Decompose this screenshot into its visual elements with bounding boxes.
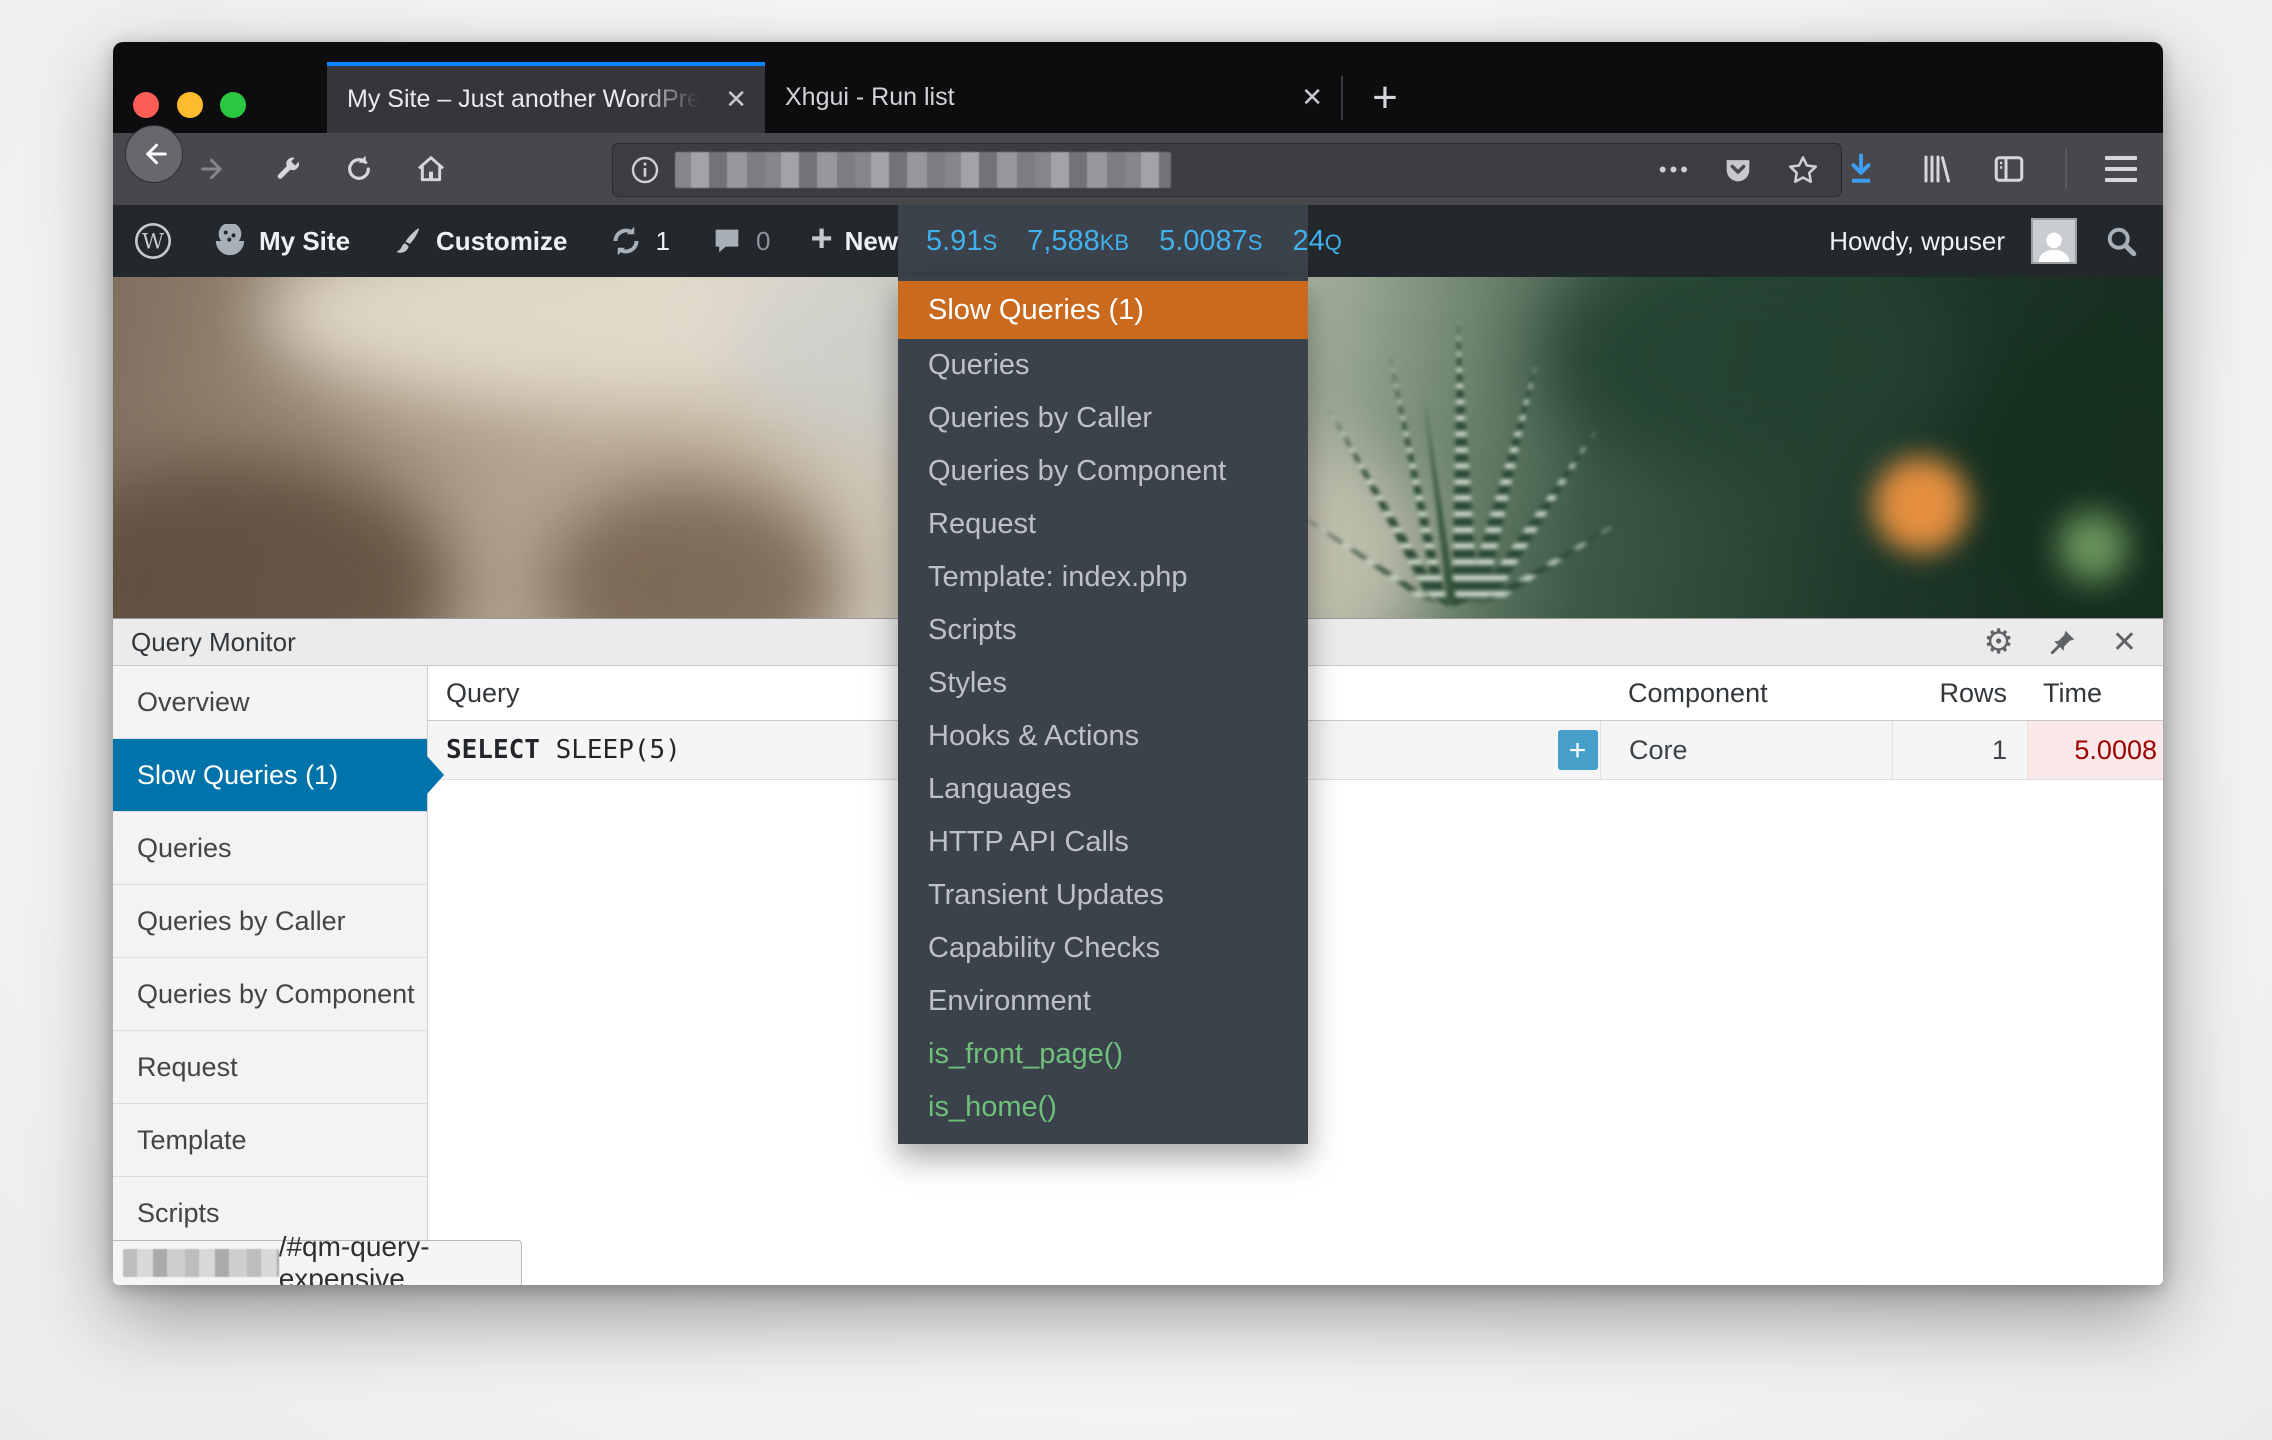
tab-xhgui[interactable]: Xhgui - Run list ✕ bbox=[765, 62, 1341, 133]
qm-menu-item-capability-checks[interactable]: Capability Checks bbox=[898, 922, 1308, 975]
query-monitor-admin-menu[interactable]: 5.91s 7,588kb 5.0087s 24q bbox=[898, 205, 1308, 277]
comment-bubble-icon bbox=[710, 224, 744, 258]
pocket-icon[interactable] bbox=[1721, 153, 1755, 187]
blurred-domain-text bbox=[123, 1249, 279, 1277]
reload-button[interactable] bbox=[343, 153, 375, 185]
blurred-url-text bbox=[675, 152, 1171, 188]
new-tab-button[interactable]: + bbox=[1351, 62, 1419, 133]
update-count: 1 bbox=[656, 226, 670, 257]
qm-menu-item-hooks-actions[interactable]: Hooks & Actions bbox=[898, 710, 1308, 763]
qm-pin-icon[interactable] bbox=[2048, 627, 2078, 657]
qm-cell-rows: 1 bbox=[1892, 721, 2027, 779]
search-icon[interactable] bbox=[2103, 223, 2139, 259]
bookmark-star-icon[interactable] bbox=[1785, 152, 1821, 188]
qm-cell-component: Core bbox=[1600, 721, 1892, 779]
updates-menu[interactable]: 1 bbox=[588, 205, 690, 277]
link-status-suffix: /#qm-query-expensive bbox=[279, 1231, 521, 1285]
new-label: New bbox=[845, 226, 898, 257]
wordpress-logo-icon: W bbox=[133, 221, 173, 261]
qm-sidebar-item-queries[interactable]: Queries bbox=[113, 812, 427, 885]
wp-admin-bar: W My Site Customize 1 0 bbox=[113, 205, 2163, 277]
bokeh-light bbox=[1873, 457, 1969, 553]
page-tools-wrench-icon[interactable] bbox=[273, 154, 303, 184]
updates-cycle-icon bbox=[608, 223, 644, 259]
tab-close-icon[interactable]: ✕ bbox=[1283, 82, 1341, 113]
qm-menu-item-styles[interactable]: Styles bbox=[898, 657, 1308, 710]
tab-close-icon[interactable]: ✕ bbox=[707, 84, 765, 115]
qm-sidebar-item-queries-by-component[interactable]: Queries by Component bbox=[113, 958, 427, 1031]
qm-menu-item-transient-updates[interactable]: Transient Updates bbox=[898, 869, 1308, 922]
qm-cell-time: 5.0008 bbox=[2027, 721, 2163, 779]
qm-db-time-stat: 5.0087s bbox=[1159, 225, 1262, 258]
tab-title: My Site – Just another WordPress si bbox=[327, 85, 707, 114]
paintbrush-icon bbox=[390, 224, 424, 258]
tab-my-site[interactable]: My Site – Just another WordPress si ✕ bbox=[327, 62, 765, 133]
address-bar[interactable]: ••• bbox=[612, 143, 1842, 197]
menu-button[interactable] bbox=[2105, 156, 2137, 182]
sidebars-icon[interactable] bbox=[1991, 151, 2027, 187]
wp-logo-menu[interactable]: W bbox=[113, 205, 193, 277]
forward-button[interactable] bbox=[199, 154, 229, 184]
qm-menu-item-slow-queries[interactable]: Slow Queries (1) bbox=[898, 281, 1308, 339]
my-site-menu[interactable]: My Site bbox=[193, 205, 370, 277]
qm-menu-item-template[interactable]: Template: index.php bbox=[898, 551, 1308, 604]
qm-menu-item-environment[interactable]: Environment bbox=[898, 975, 1308, 1028]
expand-caller-button[interactable]: + bbox=[1558, 730, 1598, 770]
qm-header-time: Time bbox=[2027, 666, 2163, 720]
macos-minimize-button[interactable] bbox=[177, 92, 203, 118]
qm-menu-item-queries[interactable]: Queries bbox=[898, 339, 1308, 392]
qm-sidebar-item-queries-by-caller[interactable]: Queries by Caller bbox=[113, 885, 427, 958]
qm-menu-item-is-front-page[interactable]: is_front_page() bbox=[898, 1028, 1308, 1081]
my-site-label: My Site bbox=[259, 226, 350, 257]
page-actions-icon[interactable]: ••• bbox=[1659, 157, 1691, 183]
link-status-tooltip: /#qm-query-expensive bbox=[113, 1240, 522, 1285]
qm-sidebar-item-request[interactable]: Request bbox=[113, 1031, 427, 1104]
qm-sidebar-item-overview[interactable]: Overview bbox=[113, 666, 427, 739]
back-arrow-icon bbox=[139, 139, 169, 169]
tab-separator bbox=[1341, 76, 1343, 120]
qm-menu-item-queries-by-caller[interactable]: Queries by Caller bbox=[898, 392, 1308, 445]
succulent-plant bbox=[1248, 287, 1648, 617]
qm-close-icon[interactable]: ✕ bbox=[2112, 625, 2137, 660]
macos-zoom-button[interactable] bbox=[220, 92, 246, 118]
toolbar-separator bbox=[2065, 149, 2067, 189]
qm-settings-gear-icon[interactable]: ⚙ bbox=[1983, 622, 2013, 662]
my-sites-icon bbox=[213, 224, 247, 258]
comments-menu[interactable]: 0 bbox=[690, 205, 790, 277]
qm-menu-item-request[interactable]: Request bbox=[898, 498, 1308, 551]
qm-query-count-stat: 24q bbox=[1292, 225, 1341, 258]
qm-sidebar: Overview Slow Queries (1) Queries Querie… bbox=[113, 666, 428, 1285]
qm-sidebar-item-template[interactable]: Template bbox=[113, 1104, 427, 1177]
tab-title: Xhgui - Run list bbox=[765, 83, 1283, 112]
navigation-toolbar: ••• bbox=[113, 133, 2163, 205]
library-icon[interactable] bbox=[1917, 151, 1953, 187]
customize-label: Customize bbox=[436, 226, 567, 257]
macos-close-button[interactable] bbox=[133, 92, 159, 118]
svg-text:W: W bbox=[142, 230, 165, 255]
qm-page-time-stat: 5.91s bbox=[926, 225, 997, 258]
qm-menu-item-http-api-calls[interactable]: HTTP API Calls bbox=[898, 816, 1308, 869]
qm-dropdown-menu: Slow Queries (1) Queries Queries by Call… bbox=[898, 277, 1308, 1144]
customize-menu[interactable]: Customize bbox=[370, 205, 587, 277]
plus-icon: + bbox=[810, 218, 832, 261]
qm-menu-item-is-home[interactable]: is_home() bbox=[898, 1081, 1308, 1134]
avatar bbox=[2031, 218, 2077, 264]
qm-menu-item-languages[interactable]: Languages bbox=[898, 763, 1308, 816]
comment-count: 0 bbox=[756, 226, 770, 257]
browser-window: My Site – Just another WordPress si ✕ Xh… bbox=[113, 42, 2163, 1285]
qm-menu-item-scripts[interactable]: Scripts bbox=[898, 604, 1308, 657]
downloads-icon[interactable] bbox=[1843, 151, 1879, 187]
qm-header-component: Component bbox=[1600, 666, 1892, 720]
qm-header-rows: Rows bbox=[1892, 666, 2027, 720]
back-button[interactable] bbox=[125, 125, 183, 183]
site-info-icon[interactable] bbox=[629, 154, 661, 186]
home-button[interactable] bbox=[415, 153, 447, 185]
howdy-account-menu[interactable]: Howdy, wpuser bbox=[1829, 226, 2005, 257]
qm-panel-title: Query Monitor bbox=[113, 627, 296, 658]
qm-menu-item-queries-by-component[interactable]: Queries by Component bbox=[898, 445, 1308, 498]
tab-bar: My Site – Just another WordPress si ✕ Xh… bbox=[113, 42, 2163, 133]
qm-sidebar-item-slow-queries[interactable]: Slow Queries (1) bbox=[113, 739, 427, 812]
qm-memory-stat: 7,588kb bbox=[1027, 225, 1129, 258]
